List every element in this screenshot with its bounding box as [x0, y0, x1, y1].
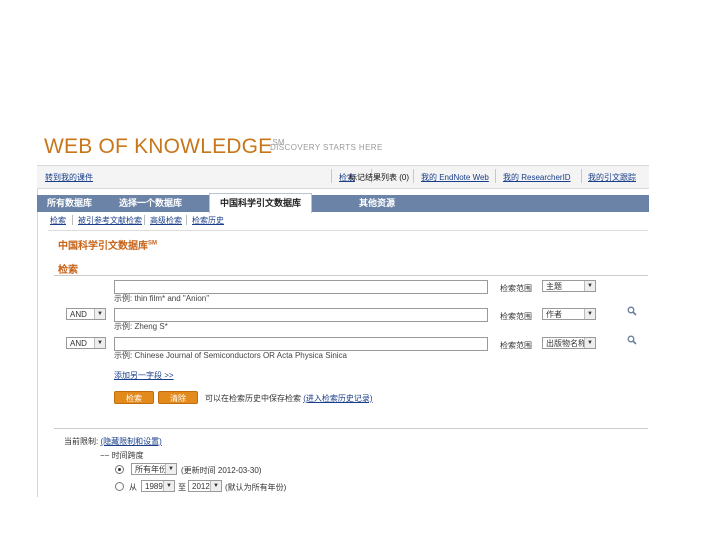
example-text-2: 示例: Zheng S* [114, 322, 168, 331]
citation-alert-link[interactable]: 我的引文跟踪 [588, 172, 636, 183]
tab-all-databases[interactable]: 所有数据库 [37, 195, 112, 212]
field-select-1[interactable]: 主题 ▼ [542, 280, 596, 292]
divider [144, 215, 145, 225]
default-years-note: (默认为所有年份) [225, 483, 287, 492]
tab-other-resources[interactable]: 其他资源 [349, 195, 415, 212]
timespan-heading: −− 时间跨度 [100, 451, 144, 460]
database-tabs: 所有数据库 选择一个数据库 中国科学引文数据库 其他资源 [37, 193, 649, 213]
divider [54, 275, 648, 276]
subnav-cited-ref-search[interactable]: 被引参考文献检索 [78, 215, 142, 226]
operator-select-3[interactable]: AND ▼ [66, 337, 106, 349]
divider [48, 230, 648, 231]
top-link-bar: 转到我的课件 检索 标记结果列表 (0) 我的 EndNote Web 我的 R… [37, 165, 649, 189]
tab-cscd[interactable]: 中国科学引文数据库 [209, 193, 313, 213]
radio-all-years[interactable] [115, 465, 124, 474]
search-button[interactable]: 检索 [114, 391, 154, 404]
courseware-link[interactable]: 转到我的课件 [45, 172, 93, 183]
divider [581, 169, 582, 183]
current-limits: 当前限制: (隐藏限制和设置) [64, 437, 162, 446]
subnav-search[interactable]: 检索 [50, 215, 66, 226]
from-label: 从 [129, 483, 137, 492]
radio-year-range[interactable] [115, 482, 124, 491]
hide-limits-link[interactable]: (隐藏限制和设置) [100, 437, 161, 446]
marked-list-link[interactable]: 标记结果列表 (0) [349, 172, 409, 183]
search-icon[interactable] [627, 335, 637, 345]
range-label-2: 检索范围 [500, 312, 532, 321]
search-input-1[interactable] [114, 280, 488, 294]
endnote-link[interactable]: 我的 EndNote Web [421, 172, 489, 183]
tab-select-database[interactable]: 选择一个数据库 [109, 195, 202, 212]
researcherid-link[interactable]: 我的 ResearcherID [503, 172, 571, 183]
example-text-1: 示例: thin film* and "Anion" [114, 294, 210, 303]
from-year-select[interactable]: 1989 ▼ [141, 480, 175, 492]
divider [54, 428, 648, 429]
update-date: (更新时间 2012-03-30) [181, 466, 262, 475]
subnav-search-history[interactable]: 检索历史 [192, 215, 224, 226]
year-range-select[interactable]: 所有年份 ▼ [131, 463, 177, 475]
section-title: 检索 [58, 265, 78, 276]
divider [413, 169, 414, 183]
field-select-2[interactable]: 作者 ▼ [542, 308, 596, 320]
divider [331, 169, 332, 183]
operator-select-2[interactable]: AND ▼ [66, 308, 106, 320]
search-history-link[interactable]: (进入检索历史记录) [303, 394, 372, 403]
wok-logo: WEB OF KNOWLEDGESM [44, 135, 285, 158]
page-title: 中国科学引文数据库SM [58, 240, 157, 252]
search-icon[interactable] [627, 306, 637, 316]
clear-button[interactable]: 清除 [158, 391, 198, 404]
search-input-3[interactable] [114, 337, 488, 351]
range-label-1: 检索范围 [500, 284, 532, 293]
to-label: 至 [178, 483, 186, 492]
divider [72, 215, 73, 225]
history-hint: 可以在检索历史中保存检索 (进入检索历史记录) [205, 394, 373, 403]
example-text-3: 示例: Chinese Journal of Semiconductors OR… [114, 351, 347, 360]
range-label-3: 检索范围 [500, 341, 532, 350]
add-field-link[interactable]: 添加另一字段 >> [114, 370, 174, 381]
tagline: DISCOVERY STARTS HERE [270, 143, 383, 152]
search-input-2[interactable] [114, 308, 488, 322]
subnav-advanced-search[interactable]: 高级检索 [150, 215, 182, 226]
field-select-3[interactable]: 出版物名称 ▼ [542, 337, 596, 349]
divider [495, 169, 496, 183]
divider [186, 215, 187, 225]
to-year-select[interactable]: 2012 ▼ [188, 480, 222, 492]
